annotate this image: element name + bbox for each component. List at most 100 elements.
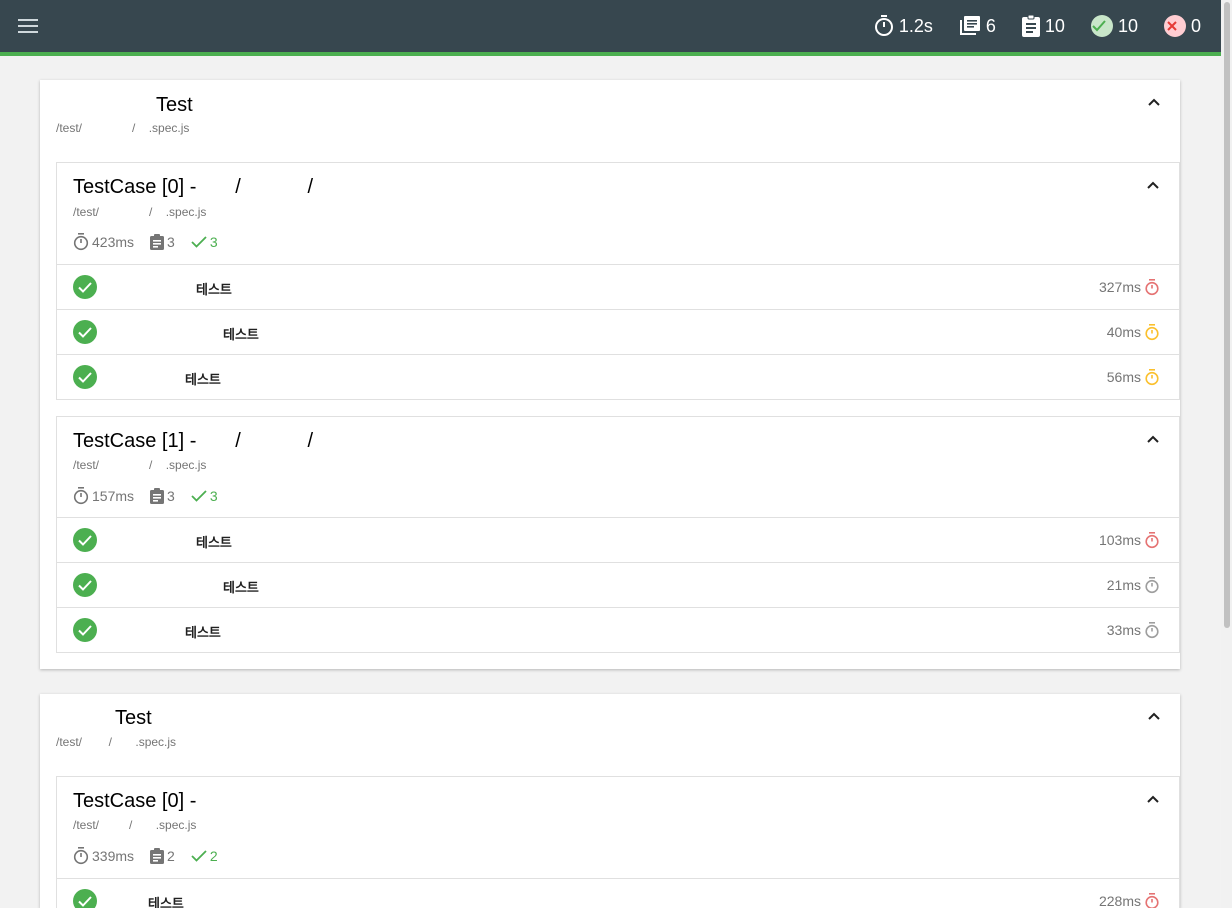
test-row[interactable]: 테스트 103ms — [57, 517, 1179, 562]
timer-icon — [1145, 532, 1159, 549]
test-duration: 40ms — [1106, 324, 1141, 340]
stat-tests-value: 10 — [1044, 15, 1065, 36]
suite-path: /test/ / .spec.js — [56, 121, 190, 135]
cancel-circle-icon — [1163, 15, 1186, 37]
case-passed-value: 3 — [209, 488, 218, 504]
check-icon — [191, 850, 207, 862]
suite-card: Test /test/ / .spec.js TestCase [0] - /t… — [40, 694, 1180, 908]
case-passed: 2 — [191, 848, 218, 864]
case-passed: 3 — [191, 234, 218, 250]
suite-title: Test — [156, 94, 193, 116]
test-name: 테스트 — [185, 372, 221, 387]
test-name: 테스트 — [196, 535, 232, 550]
stat-tests: 10 — [1021, 15, 1065, 37]
stat-suites-value: 6 — [985, 15, 996, 36]
case-duration: 339ms — [73, 847, 134, 865]
top-app-bar: 1.2s 6 10 10 0 — [0, 0, 1221, 56]
case-meta: 339ms 2 2 — [73, 847, 234, 865]
case-meta: 423ms 3 3 — [73, 233, 234, 251]
scrollbar-thumb[interactable] — [1224, 2, 1230, 628]
case-path: /test/ / .spec.js — [73, 458, 207, 472]
test-row[interactable]: 테스트 327ms — [57, 264, 1179, 309]
timer-icon — [1145, 369, 1159, 386]
timer-icon — [1145, 279, 1159, 296]
case-passed: 3 — [191, 488, 218, 504]
case-title: TestCase [0] - — [73, 790, 197, 812]
timer-icon — [73, 487, 89, 505]
summary-stats: 1.2s 6 10 10 0 — [848, 0, 1201, 52]
case-tests: 2 — [150, 848, 175, 864]
timer-icon — [73, 847, 89, 865]
test-case: TestCase [1] - / / /test/ / .spec.js 157… — [56, 416, 1180, 653]
case-duration: 157ms — [73, 487, 134, 505]
test-name: 테스트 — [185, 625, 221, 640]
case-meta: 157ms 3 3 — [73, 487, 234, 505]
test-row[interactable]: 테스트 33ms — [57, 607, 1179, 652]
case-title: TestCase [0] - / / — [73, 176, 314, 198]
test-name: 테스트 — [196, 282, 232, 297]
chevron-up-icon[interactable] — [1146, 434, 1160, 444]
stat-duration-value: 1.2s — [898, 15, 933, 36]
vertical-scrollbar[interactable] — [1221, 0, 1232, 908]
case-duration-value: 339ms — [92, 848, 135, 864]
test-name: 테스트 — [223, 580, 259, 595]
case-tests-value: 3 — [167, 234, 175, 250]
check-circle-icon — [73, 365, 97, 389]
assignment-icon — [150, 234, 165, 250]
case-path: /test/ / .spec.js — [73, 818, 197, 832]
check-icon — [191, 236, 207, 248]
check-circle-icon — [1090, 15, 1113, 37]
check-circle-icon — [73, 573, 97, 597]
case-title: TestCase [1] - / / — [73, 430, 314, 452]
suite-title: Test — [115, 707, 152, 729]
check-circle-icon — [73, 528, 97, 552]
test-duration: 21ms — [1106, 577, 1141, 593]
stat-passed-value: 10 — [1117, 15, 1138, 36]
test-name: 테스트 — [148, 896, 184, 908]
test-duration: 33ms — [1106, 622, 1141, 638]
test-case: TestCase [0] - /test/ / .spec.js 339ms 2… — [56, 776, 1180, 908]
chevron-up-icon[interactable] — [1146, 180, 1160, 190]
suite-card: Test /test/ / .spec.js TestCase [0] - / … — [40, 80, 1180, 669]
suite-path: /test/ / .spec.js — [56, 735, 177, 749]
case-duration: 423ms — [73, 233, 134, 251]
check-circle-icon — [73, 618, 97, 642]
menu-icon[interactable] — [18, 19, 38, 35]
case-tests-value: 3 — [167, 488, 175, 504]
stat-failed: 0 — [1163, 15, 1201, 37]
test-row[interactable]: 테스트 40ms — [57, 309, 1179, 354]
case-duration-value: 423ms — [92, 234, 135, 250]
test-row[interactable]: 테스트 21ms — [57, 562, 1179, 607]
stat-passed: 10 — [1090, 15, 1138, 37]
case-passed-value: 3 — [209, 234, 218, 250]
check-icon — [191, 490, 207, 502]
test-duration: 228ms — [1098, 893, 1141, 908]
chevron-up-icon[interactable] — [1147, 711, 1161, 721]
case-passed-value: 2 — [209, 848, 218, 864]
check-circle-icon — [73, 889, 97, 908]
check-circle-icon — [73, 320, 97, 344]
stat-suites: 6 — [959, 16, 996, 37]
check-circle-icon — [73, 275, 97, 299]
stat-duration: 1.2s — [874, 15, 933, 37]
assignment-icon — [150, 488, 165, 504]
chevron-up-icon[interactable] — [1147, 97, 1161, 107]
case-tests-value: 2 — [167, 848, 175, 864]
library-books-icon — [959, 16, 980, 35]
case-tests: 3 — [150, 234, 175, 250]
test-duration: 103ms — [1098, 532, 1141, 548]
timer-icon — [1145, 577, 1159, 594]
stat-failed-value: 0 — [1190, 15, 1201, 36]
timer-icon — [1145, 324, 1159, 341]
chevron-up-icon[interactable] — [1146, 794, 1160, 804]
test-row[interactable]: 테스트 56ms — [57, 354, 1179, 399]
test-duration: 327ms — [1098, 279, 1141, 295]
test-row[interactable]: 테스트 228ms — [57, 878, 1179, 908]
case-duration-value: 157ms — [92, 488, 135, 504]
case-path: /test/ / .spec.js — [73, 205, 207, 219]
test-duration: 56ms — [1106, 369, 1141, 385]
case-tests: 3 — [150, 488, 175, 504]
assignment-icon — [150, 848, 165, 864]
timer-icon — [73, 233, 89, 251]
timer-icon — [1145, 893, 1159, 908]
